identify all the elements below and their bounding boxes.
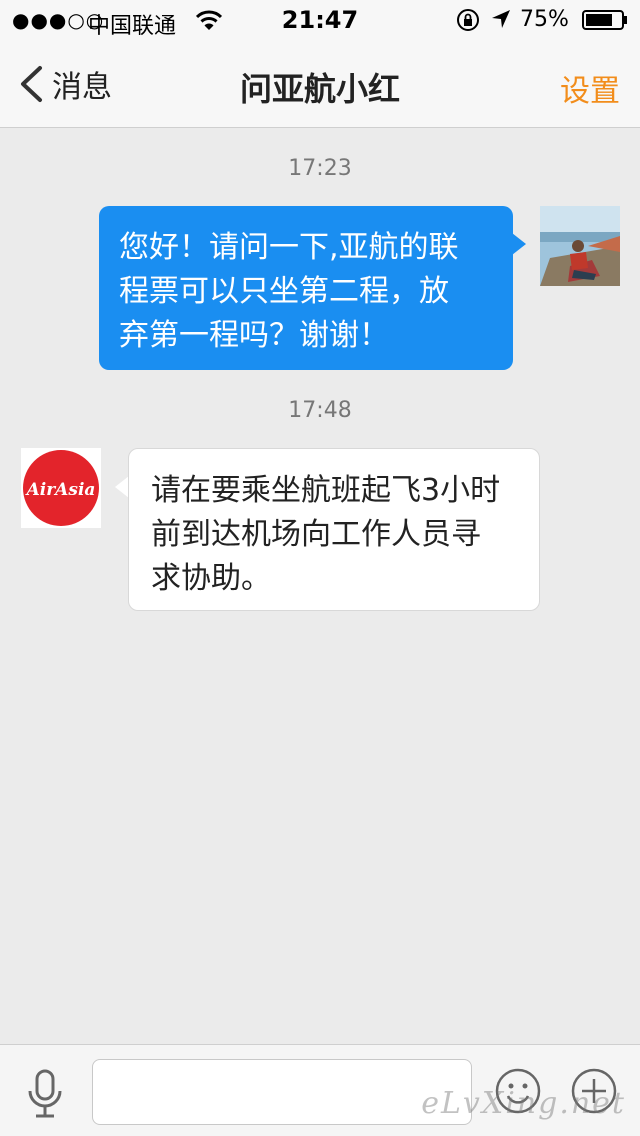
message-line: 前到达机场向工作人员寻 bbox=[151, 517, 481, 552]
bubble-tail bbox=[512, 233, 526, 255]
incoming-message-bubble[interactable]: 请在要乘坐航班起飞3小时 前到达机场向工作人员寻 求协助。 bbox=[128, 448, 540, 611]
location-arrow-icon bbox=[492, 10, 510, 28]
back-label: 消息 bbox=[52, 70, 112, 105]
message-line: 程票可以只坐第二程，放 bbox=[119, 274, 449, 309]
status-bar: ●●●○○ 中国联通 21:47 75% bbox=[0, 0, 640, 40]
message-timestamp: 17:23 bbox=[288, 156, 352, 181]
outgoing-message-bubble[interactable]: 您好！请问一下,亚航的联 程票可以只坐第二程，放 弃第一程吗？谢谢！ bbox=[99, 206, 513, 370]
message-line: 求协助。 bbox=[151, 561, 271, 596]
battery-icon bbox=[582, 10, 627, 30]
airasia-logo-icon: AirAsia bbox=[21, 448, 101, 528]
message-line: 请在要乘坐航班起飞3小时 bbox=[151, 473, 501, 508]
watermark: eLvXing.net bbox=[421, 1086, 626, 1121]
settings-button[interactable]: 设置 bbox=[560, 66, 620, 110]
message-line: 弃第一程吗？谢谢！ bbox=[119, 318, 389, 353]
message-input[interactable] bbox=[92, 1059, 472, 1125]
battery-percent: 75% bbox=[520, 7, 569, 32]
airasia-logo-text: AirAsia bbox=[25, 480, 96, 500]
top-bar: ●●●○○ 中国联通 21:47 75% 消息 问亚航小红 设置 bbox=[0, 0, 640, 128]
rotation-lock-icon bbox=[457, 9, 479, 31]
bubble-tail bbox=[115, 476, 129, 498]
microphone-icon[interactable] bbox=[24, 1069, 66, 1119]
back-button[interactable]: 消息 bbox=[18, 62, 112, 106]
message-timestamp: 17:48 bbox=[288, 398, 352, 423]
airasia-avatar[interactable]: AirAsia bbox=[21, 448, 101, 528]
chevron-left-icon bbox=[21, 66, 42, 102]
user-avatar[interactable] bbox=[540, 206, 620, 286]
message-line: 您好！请问一下,亚航的联 bbox=[119, 230, 459, 265]
